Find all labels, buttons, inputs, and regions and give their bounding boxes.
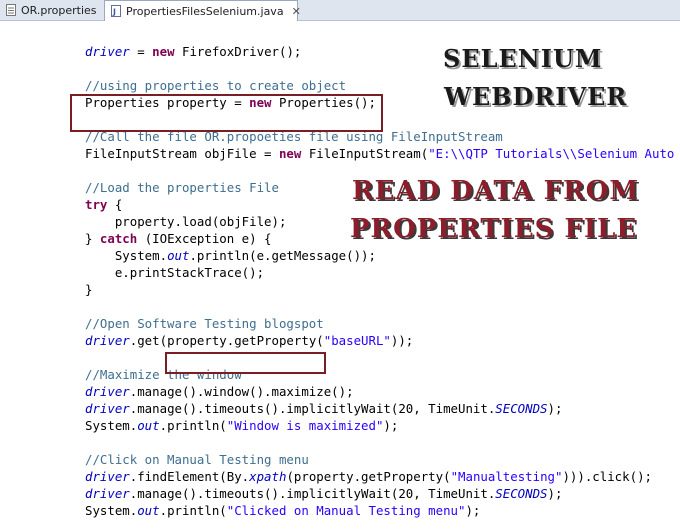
java-file-icon: J [111,5,121,17]
tab-label: PropertiesFilesSelenium.java [126,4,284,18]
code-line: driver.manage().timeouts().implicitlyWai… [85,401,563,416]
code-line: e.printStackTrace(); [85,265,265,280]
highlight-box-properties-init [70,94,383,132]
code-line: FileInputStream objFile = new FileInputS… [85,146,675,161]
tab-or-properties[interactable]: OR.properties [0,0,100,20]
code-line: driver.manage().window().maximize(); [85,384,354,399]
overlay-title-selenium: SELENIUM [443,44,603,73]
code-line: } [85,282,93,297]
overlay-title-properties-file: PROPERTIES FILE [350,214,638,244]
editor-tab-bar: OR.properties J PropertiesFilesSelenium.… [0,0,680,21]
overlay-title-read-data: READ DATA FROM [352,176,640,206]
code-line: System.out.println("Clicked on Manual Te… [85,503,481,518]
svg-text:J: J [112,8,116,17]
code-line: driver.findElement(By.xpath(property.get… [85,469,652,484]
overlay-title-webdriver: WEBDRIVER [444,82,628,111]
code-line: System.out.println("Window is maximized"… [85,418,399,433]
tab-properties-files-selenium-java[interactable]: J PropertiesFilesSelenium.java ✕ [104,0,301,21]
close-icon[interactable]: ✕ [292,5,301,18]
code-line: driver.get(property.getProperty("baseURL… [85,333,414,348]
highlight-box-get-property [165,352,326,374]
code-line: driver.manage().timeouts().implicitlyWai… [85,486,563,501]
code-line: //Open Software Testing blogspot [85,316,324,331]
tab-label: OR.properties [21,3,97,17]
properties-file-icon [6,4,16,16]
code-line: //Click on Manual Testing menu [85,452,309,467]
code-line: System.out.println(e.getMessage()); [85,248,376,263]
